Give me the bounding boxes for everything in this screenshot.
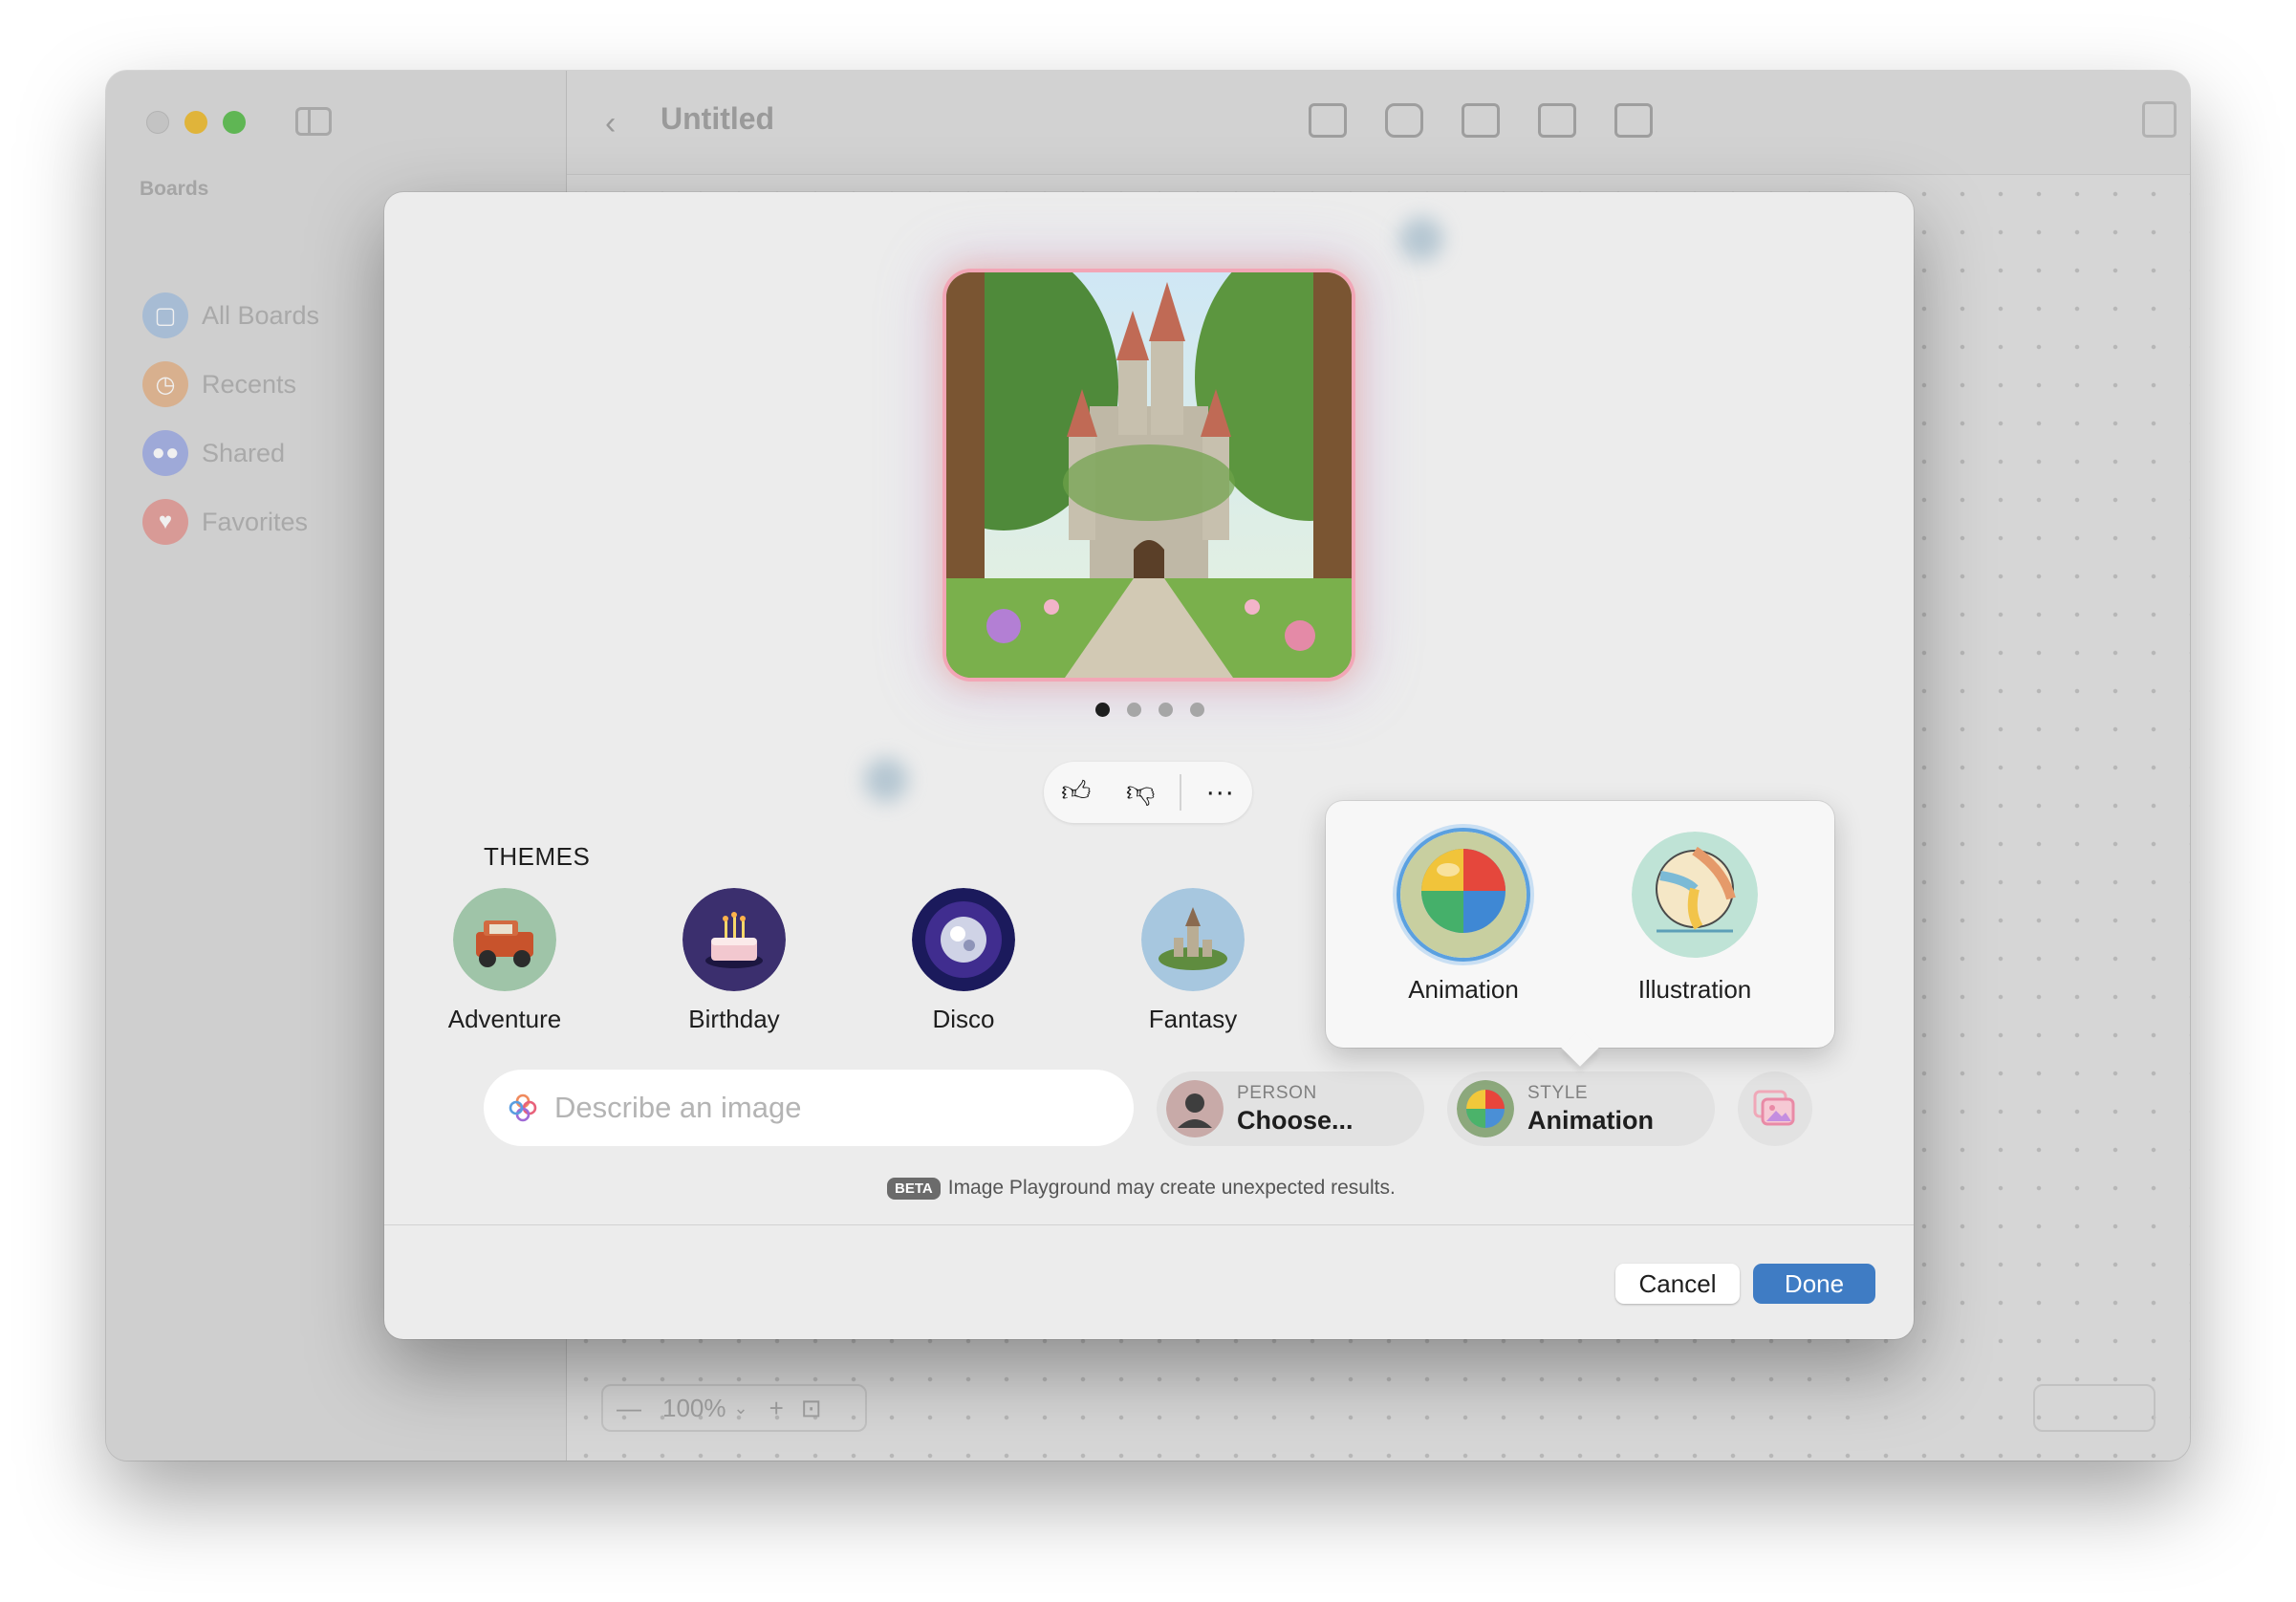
text-box-icon[interactable] bbox=[1309, 103, 1347, 138]
cake-icon bbox=[682, 888, 786, 991]
beta-text: Image Playground may create unexpected r… bbox=[947, 1177, 1396, 1199]
window-title: Untitled bbox=[661, 101, 775, 136]
page-dot[interactable] bbox=[1095, 703, 1110, 717]
style-option-illustration[interactable]: Illustration bbox=[1599, 832, 1790, 1005]
bubble-decoration bbox=[1399, 217, 1443, 261]
zoom-out-icon[interactable]: — bbox=[617, 1394, 645, 1423]
zoom-window-button[interactable] bbox=[223, 111, 246, 134]
back-chevron-icon[interactable]: ‹ bbox=[605, 105, 616, 142]
person-avatar-icon bbox=[1166, 1080, 1224, 1137]
playground-sparkle-icon bbox=[509, 1093, 537, 1122]
beach-ball-icon bbox=[1457, 1080, 1514, 1137]
person-picker[interactable]: PERSON Choose... bbox=[1157, 1072, 1424, 1146]
share-icon[interactable] bbox=[2142, 101, 2177, 138]
window-toolbar: ‹ Untitled bbox=[567, 71, 2190, 174]
sidebar-item-shared[interactable]: ●● Shared bbox=[142, 428, 285, 478]
castle-island-icon bbox=[1141, 888, 1245, 991]
chevron-down-icon[interactable]: ⌄ bbox=[734, 1398, 748, 1418]
sidebar-item-label: Favorites bbox=[202, 507, 309, 536]
theme-label: Adventure bbox=[447, 1005, 562, 1033]
style-option-label: Illustration bbox=[1637, 975, 1752, 1004]
more-options-icon[interactable]: ··· bbox=[1194, 776, 1245, 809]
sidebar-toggle-icon[interactable] bbox=[295, 107, 332, 136]
page-dot[interactable] bbox=[1159, 703, 1173, 717]
describe-image-input[interactable] bbox=[554, 1091, 1090, 1125]
theme-disco[interactable]: Disco bbox=[868, 888, 1059, 1034]
person-value: Choose... bbox=[1237, 1105, 1354, 1135]
clock-icon: ◷ bbox=[142, 361, 188, 407]
theme-label: Disco bbox=[932, 1005, 995, 1033]
sidebar-item-all-boards[interactable]: ▢ All Boards bbox=[142, 291, 319, 340]
theme-fantasy[interactable]: Fantasy bbox=[1097, 888, 1289, 1034]
beta-notice: BETA Image Playground may create unexpec… bbox=[887, 1177, 1396, 1200]
beach-ball-drawn-icon bbox=[1632, 832, 1758, 958]
text-icon[interactable] bbox=[1462, 103, 1500, 138]
theme-birthday[interactable]: Birthday bbox=[639, 888, 830, 1034]
sidebar-item-label: Recents bbox=[202, 369, 297, 399]
done-button[interactable]: Done bbox=[1753, 1264, 1875, 1304]
theme-label: Fantasy bbox=[1148, 1005, 1238, 1033]
theme-label: Birthday bbox=[688, 1005, 780, 1033]
style-value: Animation bbox=[1527, 1105, 1654, 1135]
divider bbox=[1179, 774, 1181, 811]
castle-image bbox=[946, 272, 1352, 678]
thumbs-down-icon[interactable]: 👎︎ bbox=[1115, 775, 1166, 810]
shapes-icon[interactable] bbox=[1385, 103, 1423, 138]
prompt-field[interactable] bbox=[484, 1070, 1134, 1146]
disco-ball-icon bbox=[912, 888, 1015, 991]
sidebar-item-recents[interactable]: ◷ Recents bbox=[142, 359, 296, 409]
zoom-in-icon[interactable]: + bbox=[769, 1394, 784, 1423]
people-icon: ●● bbox=[142, 430, 188, 476]
minimize-window-button[interactable] bbox=[184, 111, 207, 134]
media-icon[interactable] bbox=[1538, 103, 1576, 138]
cancel-button[interactable]: Cancel bbox=[1615, 1264, 1740, 1304]
photo-gallery-icon bbox=[1753, 1090, 1795, 1126]
style-option-animation[interactable]: Animation bbox=[1368, 832, 1559, 1005]
beach-ball-3d-icon bbox=[1400, 832, 1527, 958]
jeep-icon bbox=[453, 888, 556, 991]
folder-icon[interactable] bbox=[1614, 103, 1653, 138]
view-controls[interactable] bbox=[2033, 1384, 2155, 1432]
sidebar-item-favorites[interactable]: ♥ Favorites bbox=[142, 497, 308, 547]
page-dot[interactable] bbox=[1127, 703, 1141, 717]
star-frame-icon[interactable]: ⊡ bbox=[801, 1394, 822, 1423]
dialog-footer: Cancel Done bbox=[384, 1224, 1914, 1339]
generated-image-preview[interactable] bbox=[946, 272, 1352, 678]
add-photo-button[interactable] bbox=[1738, 1072, 1812, 1146]
person-caption: PERSON bbox=[1237, 1082, 1317, 1103]
all-boards-icon: ▢ bbox=[142, 292, 188, 338]
close-window-button[interactable] bbox=[146, 111, 169, 134]
themes-heading: THEMES bbox=[484, 842, 591, 871]
image-playground-dialog: 👍︎ 👎︎ ··· THEMES Adventure Birthday Disc… bbox=[384, 192, 1914, 1339]
heart-icon: ♥ bbox=[142, 499, 188, 545]
bubble-decoration bbox=[864, 758, 908, 802]
style-option-label: Animation bbox=[1408, 975, 1519, 1004]
image-pager[interactable] bbox=[1095, 703, 1204, 717]
beta-badge: BETA bbox=[887, 1177, 941, 1200]
style-popover: Animation Illustration bbox=[1326, 801, 1834, 1048]
zoom-level[interactable]: 100% bbox=[662, 1394, 726, 1423]
zoom-control[interactable]: — 100% ⌄ + ⊡ bbox=[601, 1384, 867, 1432]
feedback-bar: 👍︎ 👎︎ ··· bbox=[1044, 762, 1252, 823]
theme-adventure[interactable]: Adventure bbox=[409, 888, 600, 1034]
sidebar-heading: Boards bbox=[140, 178, 209, 200]
page-dot[interactable] bbox=[1190, 703, 1204, 717]
sidebar-item-label: All Boards bbox=[202, 300, 320, 330]
thumbs-up-icon[interactable]: 👍︎ bbox=[1051, 775, 1102, 810]
sidebar-item-label: Shared bbox=[202, 438, 286, 467]
style-caption: STYLE bbox=[1527, 1082, 1589, 1103]
style-picker[interactable]: STYLE Animation bbox=[1447, 1072, 1715, 1146]
